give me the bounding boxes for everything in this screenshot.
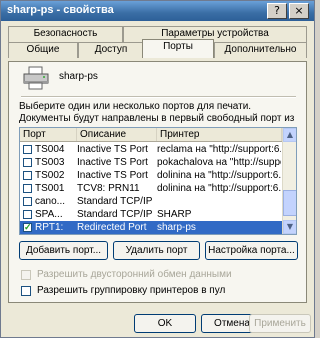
tab-security[interactable]: Безопасность [8, 26, 123, 42]
close-button[interactable]: × [289, 3, 309, 19]
port-checkbox[interactable] [23, 171, 32, 180]
scroll-down-icon[interactable]: ▼ [283, 220, 296, 234]
ports-list-scrollbar[interactable]: ▲ ▼ [282, 128, 296, 234]
apply-button[interactable]: Применить [249, 314, 311, 333]
window-title: sharp-ps - свойства [7, 4, 114, 16]
port-checkbox[interactable] [23, 145, 32, 154]
port-row[interactable]: TS002 Inactive TS Port dolinina на "http:/… [20, 169, 282, 182]
port-name: SPA... [35, 209, 63, 220]
port-printer: dolinina на "http://support:6... [157, 183, 281, 194]
column-header-description[interactable]: Описание [77, 128, 157, 141]
ok-button[interactable]: OK [134, 314, 196, 333]
port-name: TS002 [35, 170, 65, 181]
port-printer: pokachalova на "http://support:... [157, 157, 281, 168]
ports-tab-panel: sharp-ps Выберите один или несколько пор… [8, 61, 307, 303]
scroll-thumb[interactable] [283, 190, 296, 216]
port-name: RPT1: [35, 222, 64, 233]
column-header-printer[interactable]: Принтер [157, 128, 282, 141]
scroll-up-icon[interactable]: ▲ [283, 128, 296, 142]
port-description: Redirected Port [77, 222, 147, 233]
tab-general[interactable]: Общие [8, 42, 78, 58]
port-printer: SHARP [157, 209, 192, 220]
pooling-checkbox[interactable] [21, 286, 31, 296]
port-row[interactable]: TS001 TCV8: PRN11 dolinina на "http://supp… [20, 182, 282, 195]
port-description: Inactive TS Port [77, 144, 148, 155]
port-row[interactable]: RPT1: Redirected Port sharp-ps [20, 221, 282, 234]
port-row[interactable]: SPA... Standard TCP/IP PortSHARP [20, 208, 282, 221]
pooling-label: Разрешить группировку принтеров в пул [37, 285, 226, 296]
port-printer: sharp-ps [157, 222, 196, 233]
bidirectional-label: Разрешить двусторонний обмен данными [37, 269, 232, 280]
port-description: Inactive TS Port [77, 157, 148, 168]
ports-list[interactable]: Порт Описание Принтер TS004 Inactive TS P… [19, 127, 297, 235]
tabs-row-bottom: Общие Доступ Порты Дополнительно [8, 39, 307, 58]
port-name: cano... [35, 196, 66, 207]
port-description: Standard TCP/IP Port [77, 196, 155, 207]
port-name: TS001 [35, 183, 65, 194]
delete-port-button[interactable]: Удалить порт [113, 241, 200, 260]
help-button[interactable]: ? [267, 3, 287, 19]
port-checkbox[interactable] [23, 184, 32, 193]
port-checkbox[interactable] [23, 210, 32, 219]
printer-icon [23, 66, 49, 90]
port-checkbox[interactable] [23, 221, 32, 234]
printer-name: sharp-ps [59, 71, 98, 82]
title-bar[interactable]: sharp-ps - свойства ? × [1, 1, 314, 21]
port-checkbox[interactable] [23, 197, 32, 206]
port-printer: dolinina на "http://support:6... [157, 170, 281, 181]
port-name: TS004 [35, 144, 65, 155]
tab-sharing[interactable]: Доступ [78, 42, 144, 58]
printer-properties-dialog: sharp-ps - свойства ? × Безопасность Пар… [0, 0, 315, 338]
ports-list-header: Порт Описание Принтер [20, 128, 282, 142]
port-row[interactable]: TS003 Inactive TS Port pokachalova на "htt… [20, 156, 282, 169]
port-row[interactable]: cano... Standard TCP/IP Port [20, 195, 282, 208]
bidirectional-checkbox[interactable] [21, 270, 31, 280]
port-checkbox[interactable] [23, 158, 32, 167]
divider [21, 96, 296, 98]
port-row[interactable]: TS004 Inactive TS Port reclama на "http://… [20, 143, 282, 156]
add-port-button[interactable]: Добавить порт... [19, 241, 108, 260]
configure-port-button[interactable]: Настройка порта... [205, 241, 298, 260]
port-description: Inactive TS Port [77, 170, 148, 181]
port-printer: reclama на "http://support:6... [157, 144, 281, 155]
port-description: TCV8: PRN11 [77, 183, 140, 194]
column-header-port[interactable]: Порт [20, 128, 77, 141]
port-description: Standard TCP/IP Port [77, 209, 155, 220]
port-name: TS003 [35, 157, 65, 168]
tab-advanced[interactable]: Дополнительно [214, 42, 307, 58]
tab-ports[interactable]: Порты [142, 39, 214, 58]
